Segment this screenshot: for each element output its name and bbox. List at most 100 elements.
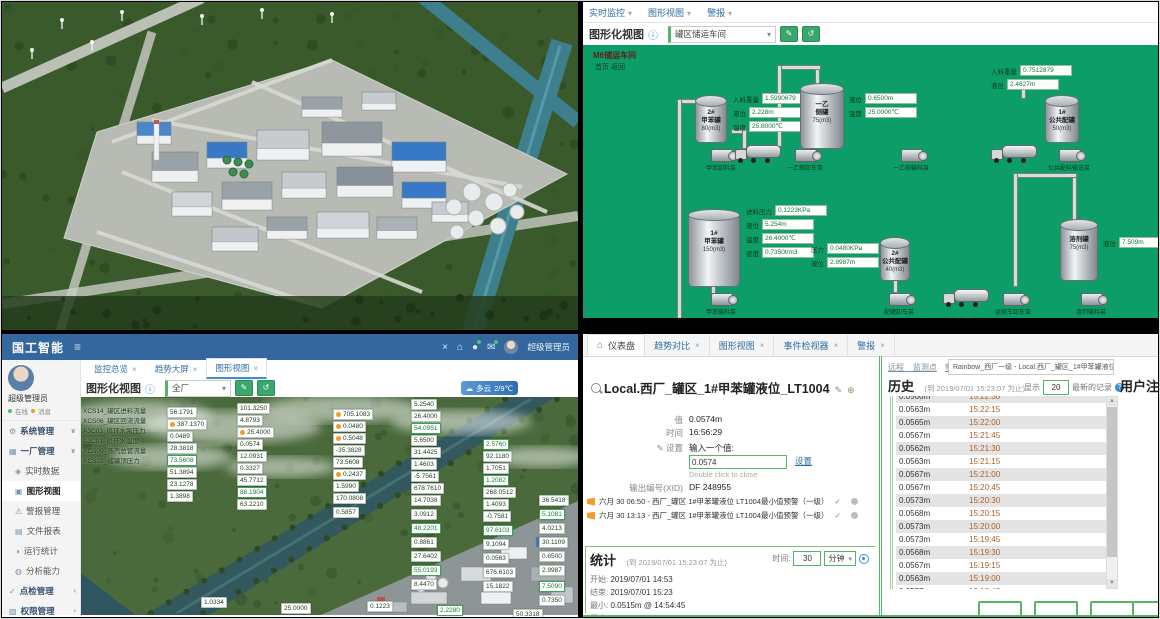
tank-top <box>695 95 727 107</box>
map-value-chip: 0.8861 <box>411 537 437 548</box>
user-badge <box>477 340 481 344</box>
sidebar-item-系统管理[interactable]: ⚙系统管理∨ <box>2 421 80 441</box>
history-row: 0.0557m15:18:45 <box>896 585 1106 589</box>
stats-section: 统计 (到 2019/07/01 15:23:07 为止) 时间: 分钟▾ 开始… <box>585 546 875 613</box>
point-selector[interactable]: Rainbow_西厂一级 - Local.西厂_罐区_1#甲苯罐液位_LT100… <box>948 359 1114 375</box>
history-scrollbar[interactable]: ▲ ▼ <box>1106 396 1118 589</box>
camera-icon[interactable] <box>851 512 858 519</box>
avatar[interactable] <box>504 340 518 354</box>
map-value-chip: 31.4425 <box>411 447 441 458</box>
sidebar-item-点检管理[interactable]: ✓点检管理‹ <box>2 581 80 601</box>
stat-label: 开始: <box>590 575 610 584</box>
close-icon[interactable]: × <box>833 341 838 350</box>
tab-趋势对比[interactable]: 趋势对比× <box>645 334 710 356</box>
bottom-button[interactable] <box>1090 601 1134 617</box>
tab-警报[interactable]: 警报× <box>848 334 895 356</box>
period-unit-select[interactable]: 分钟▾ <box>824 551 856 566</box>
close-icon[interactable]: × <box>760 341 765 350</box>
refresh-radio[interactable] <box>859 554 869 564</box>
sidebar-item-分析能力[interactable]: ◍分析能力 <box>2 561 80 581</box>
view-select[interactable]: 罐区储运车间 ▾ <box>668 26 776 43</box>
more-icon[interactable]: ⊕ <box>847 385 855 395</box>
menubar-item[interactable]: 警报▾ <box>707 6 732 19</box>
history-pane: 远程__监测点 特句 Rainbow_西厂一级 - Local.西厂_罐区_1#… <box>879 356 1158 615</box>
user-icon[interactable]: ● <box>472 342 478 353</box>
scroll-down-icon[interactable]: ▼ <box>1107 579 1117 588</box>
home-back-links[interactable]: 首页 返回 <box>595 62 625 72</box>
chip-value: 27.6402 <box>414 552 438 561</box>
alarm-row[interactable]: 六月 30 13:13 - 西厂_罐区 1#甲苯罐液位 LT1004最小值预警（… <box>587 510 858 521</box>
edit-button[interactable]: ✎ <box>780 26 798 42</box>
close-icon[interactable]: × <box>695 341 700 350</box>
scroll-up-icon[interactable]: ▲ <box>1107 397 1117 406</box>
scrollbar-thumb[interactable] <box>1107 407 1117 557</box>
tab-趋势大屏[interactable]: 趋势大屏× <box>146 359 207 379</box>
chip-value: 63.2210 <box>240 500 264 509</box>
tab-事件检视器[interactable]: 事件检视器× <box>774 334 848 356</box>
edit-button[interactable]: ✎ <box>235 380 253 396</box>
map-value-chip: 1.4603 <box>411 459 437 470</box>
chip-value: 1.4603 <box>414 460 434 469</box>
history-time: 15:21:30 <box>969 442 1000 455</box>
map-value-chip: 1.4093 <box>483 499 509 510</box>
map-3d-view[interactable]: XCS14_罐区进料流量XCS06_罐区回流流量A3C03_循环水泵压力A3C0… <box>81 397 576 615</box>
close-icon[interactable]: × <box>193 365 198 374</box>
menubar-item[interactable]: 图形视图▾ <box>648 6 691 19</box>
map-tag-text: A3C01_循环水温度 <box>83 435 139 445</box>
tab-图形视图[interactable]: 图形视图× <box>206 358 267 379</box>
camera-icon[interactable] <box>851 498 858 505</box>
alarm-row[interactable]: 六月 30 06:50 - 西厂_罐区 1#甲苯罐液位 LT1004最小值预警（… <box>587 496 858 507</box>
sidebar-item-实时数据[interactable]: ◈实时数据 <box>2 461 80 481</box>
readout-row: 液位7.509m <box>1103 237 1158 248</box>
chip-value: 1.3898 <box>170 492 190 501</box>
tab-图形视图[interactable]: 图形视图× <box>710 334 775 356</box>
remote-link[interactable]: 远程__监测点 <box>888 363 937 372</box>
history-value: 0.0567m <box>896 468 969 481</box>
tab-仪表盘[interactable]: ⌂仪表盘 <box>587 334 645 356</box>
menubar-item[interactable]: 实时监控▾ <box>589 6 632 19</box>
sidebar-item-警报管理[interactable]: ⚠警报管理 <box>2 501 80 521</box>
edit-icon[interactable]: ✎ <box>835 385 843 395</box>
sidebar-item-一厂管理[interactable]: ▦一厂管理∨ <box>2 441 80 461</box>
record-count-input[interactable] <box>1043 380 1069 395</box>
close-icon[interactable]: × <box>880 341 885 350</box>
sidebar-item-文件报表[interactable]: ▤文件报表 <box>2 521 80 541</box>
chevron-icon: ‹ <box>74 608 76 615</box>
refresh-button[interactable]: ↺ <box>802 26 820 42</box>
plant-select[interactable]: 全厂 ▾ <box>165 380 231 397</box>
refresh-button[interactable]: ↺ <box>257 380 275 396</box>
bottom-button[interactable] <box>978 601 1022 617</box>
bottom-button[interactable] <box>1132 601 1158 617</box>
hamburger-icon[interactable]: ≡ <box>74 340 81 354</box>
history-value: 0.0573m <box>896 494 969 507</box>
stat-line: 开始: 2019/07/01 14:53 <box>590 574 871 585</box>
pump <box>1003 293 1025 306</box>
tab-监控总览[interactable]: 监控总览× <box>85 359 146 379</box>
sidebar-item-图形视图[interactable]: ▣图形视图 <box>2 481 80 501</box>
chip-value: 26.4000 <box>414 412 438 421</box>
set-link[interactable]: 设置 <box>795 455 812 469</box>
close-icon[interactable]: × <box>132 365 137 374</box>
close-icon[interactable]: × <box>442 342 448 353</box>
home-icon[interactable]: ⌂ <box>457 342 463 353</box>
alarm-dot-icon <box>170 422 175 427</box>
truck-wheel <box>751 158 756 163</box>
sidebar-username: 超级管理员 <box>8 393 76 404</box>
history-time: 15:21:00 <box>969 468 1000 481</box>
history-row: 0.0567m15:20:45 <box>896 481 1106 494</box>
chip-value: -0.7581 <box>486 512 508 521</box>
period-input[interactable] <box>793 551 821 566</box>
sidebar-item-权限管理[interactable]: ▧权限管理‹ <box>2 601 80 617</box>
sidebar-item-运行统计[interactable]: ◑运行统计 <box>2 541 80 561</box>
mail-icon[interactable]: ✉ <box>487 342 495 353</box>
sidebar-avatar[interactable] <box>8 365 34 391</box>
readout-value: 0.7512879 <box>1020 65 1072 76</box>
map-value-chip: 9.1094 <box>483 539 509 550</box>
chip-value: 28.3818 <box>170 444 194 453</box>
value-input[interactable] <box>689 455 787 469</box>
chip-value: 0.3327 <box>240 464 260 473</box>
map-value-chip: 23.1278 <box>167 479 197 490</box>
close-icon[interactable]: × <box>253 364 258 373</box>
storage-tank: 2#公共配罐40(m3) <box>880 241 910 281</box>
bottom-button[interactable] <box>1034 601 1078 617</box>
